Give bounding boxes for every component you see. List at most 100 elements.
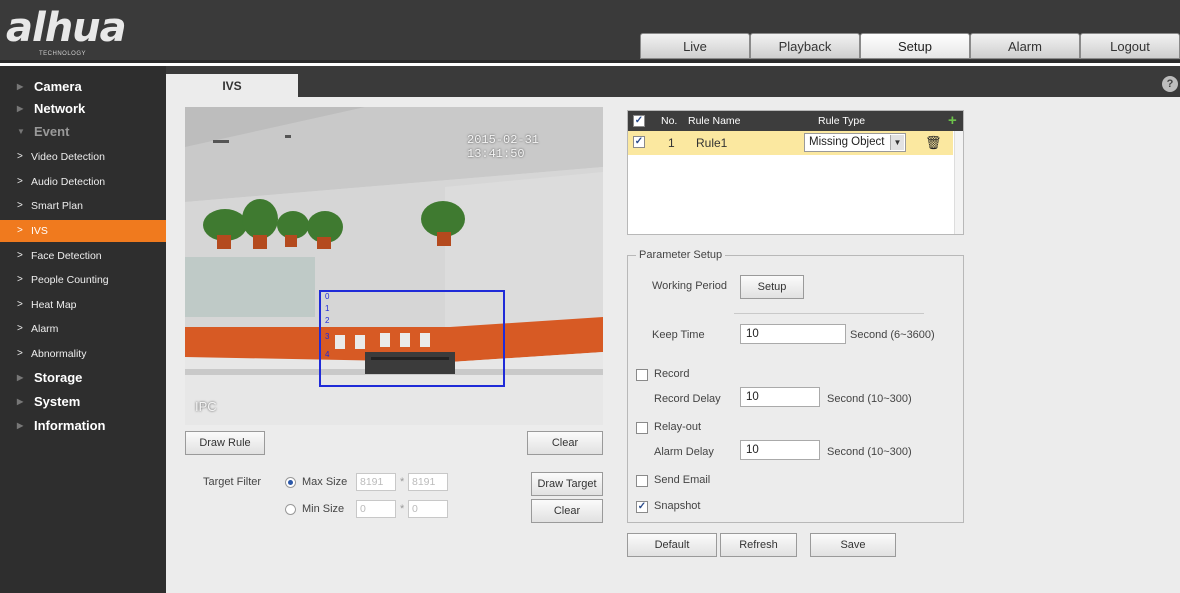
sidebar-item-storage[interactable]: ▶ Storage — [0, 367, 166, 389]
working-period-label: Working Period — [652, 280, 727, 292]
col-rule-type-header: Rule Type — [818, 115, 866, 127]
clear-rule-button[interactable]: Clear — [527, 431, 603, 455]
sidebar-item-information[interactable]: ▶ Information — [0, 415, 166, 437]
relay-out-label: Relay-out — [654, 421, 702, 433]
sidebar-item-event[interactable]: ▼ Event — [0, 121, 166, 143]
video-preview[interactable]: 0 1 2 3 4 2015-02-31 13:41:50 IPC — [185, 107, 603, 425]
sidebar-item-camera[interactable]: ▶ Camera — [0, 76, 166, 98]
sidebar-item-label: Smart Plan — [31, 200, 83, 212]
rule-no: 1 — [668, 136, 675, 150]
collapsed-arrow-icon: ▶ — [17, 104, 24, 113]
sidebar-item-label: Camera — [34, 79, 82, 94]
refresh-button[interactable]: Refresh — [720, 533, 797, 557]
help-icon[interactable]: ? — [1162, 76, 1178, 92]
collapsed-arrow-icon: ▶ — [17, 373, 24, 382]
chevron-right-icon: > — [17, 225, 23, 236]
sidebar-item-ivs[interactable]: > IVS — [0, 220, 166, 242]
table-row[interactable]: ✓ 1 Rule1 Missing Object ▼ 🗑 — [628, 131, 953, 155]
chevron-right-icon: > — [17, 274, 23, 285]
send-email-label: Send Email — [654, 474, 711, 486]
sidebar-item-video-detection[interactable]: > Video Detection — [0, 146, 166, 168]
rule-row-checkbox[interactable]: ✓ — [633, 136, 645, 148]
default-button[interactable]: Default — [627, 533, 717, 557]
sidebar-item-alarm[interactable]: > Alarm — [0, 318, 166, 340]
sidebar-item-network[interactable]: ▶ Network — [0, 98, 166, 120]
sidebar-item-label: Abnormality — [31, 348, 87, 360]
nav-tab-playback[interactable]: Playback — [750, 33, 860, 59]
min-size-separator: * — [400, 503, 405, 515]
sidebar-item-heat-map[interactable]: > Heat Map — [0, 294, 166, 316]
nav-tab-setup[interactable]: Setup — [860, 33, 970, 59]
sidebar-item-smart-plan[interactable]: > Smart Plan — [0, 195, 166, 217]
rule-name: Rule1 — [696, 136, 728, 150]
tab-bar: IVS ? — [166, 66, 1180, 98]
rule-table-scrollbar[interactable] — [954, 131, 963, 234]
sidebar-item-label: Audio Detection — [31, 176, 106, 188]
sidebar-item-label: Video Detection — [31, 151, 105, 163]
sidebar-item-label: Storage — [34, 370, 83, 385]
sidebar-item-people-counting[interactable]: > People Counting — [0, 269, 166, 291]
chevron-right-icon: > — [17, 323, 23, 334]
max-size-radio[interactable] — [285, 477, 296, 488]
record-delay-label: Record Delay — [654, 393, 721, 405]
select-all-checkbox[interactable]: ✓ — [633, 115, 645, 127]
record-checkbox[interactable] — [636, 369, 648, 381]
rule-type-value: Missing Object — [809, 136, 885, 148]
min-size-height-input[interactable]: 0 — [408, 500, 448, 518]
record-delay-input[interactable]: 10 — [740, 387, 820, 407]
parameter-setup-group: Parameter Setup Working Period Setup Kee… — [627, 249, 964, 523]
snapshot-checkbox[interactable]: ✓ — [636, 501, 648, 513]
add-rule-icon[interactable]: + — [948, 111, 957, 131]
send-email-checkbox[interactable] — [636, 475, 648, 487]
sidebar-item-system[interactable]: ▶ System — [0, 391, 166, 413]
alarm-delay-input[interactable]: 10 — [740, 440, 820, 460]
rule-table-header: ✓ No. Rule Name Rule Type + — [628, 111, 963, 131]
target-filter-label: Target Filter — [203, 476, 262, 488]
max-size-width-input[interactable]: 8191 — [356, 473, 396, 491]
tab-ivs[interactable]: IVS — [166, 74, 298, 98]
col-rule-name-header: Rule Name — [688, 115, 741, 127]
save-button[interactable]: Save — [810, 533, 896, 557]
svg-text:3: 3 — [325, 332, 330, 341]
sidebar-item-abnormality[interactable]: > Abnormality — [0, 343, 166, 365]
osd-channel-title: IPC — [195, 399, 217, 414]
alarm-delay-unit: Second (10~300) — [827, 446, 912, 458]
draw-rule-button[interactable]: Draw Rule — [185, 431, 265, 455]
rule-type-select[interactable]: Missing Object ▼ — [804, 133, 906, 152]
max-size-label: Max Size — [302, 476, 348, 488]
chevron-right-icon: > — [17, 200, 23, 211]
svg-text:4: 4 — [325, 350, 330, 359]
sidebar-item-audio-detection[interactable]: > Audio Detection — [0, 171, 166, 193]
min-size-width-input[interactable]: 0 — [356, 500, 396, 518]
keep-time-label: Keep Time — [652, 329, 705, 341]
nav-tab-logout[interactable]: Logout — [1080, 33, 1180, 59]
sidebar-item-face-detection[interactable]: > Face Detection — [0, 245, 166, 267]
top-header: alhua TECHNOLOGY Live Playback Setup Ala… — [0, 0, 1180, 63]
clear-target-button[interactable]: Clear — [531, 499, 603, 523]
chevron-right-icon: > — [17, 176, 23, 187]
trash-icon[interactable]: 🗑 — [925, 131, 942, 155]
osd-timestamp: 2015-02-31 13:41:50 — [467, 133, 540, 161]
keep-time-input[interactable]: 10 — [740, 324, 846, 344]
sidebar-item-label: Heat Map — [31, 299, 77, 311]
svg-text:0: 0 — [325, 292, 330, 301]
max-size-height-input[interactable]: 8191 — [408, 473, 448, 491]
main-content: IVS ? 0 1 2 3 4 2015-02-31 13:41:50 IPC … — [166, 66, 1180, 593]
rule-table: ✓ No. Rule Name Rule Type + ✓ 1 Rule1 Mi… — [627, 110, 964, 235]
sidebar-item-label: IVS — [31, 225, 48, 237]
logo-text: alhua — [6, 5, 127, 51]
relay-out-checkbox[interactable] — [636, 422, 648, 434]
min-size-radio[interactable] — [285, 504, 296, 515]
chevron-right-icon: > — [17, 348, 23, 359]
logo-subtext: TECHNOLOGY — [39, 51, 87, 57]
chevron-right-icon: > — [17, 151, 23, 162]
working-period-setup-button[interactable]: Setup — [740, 275, 804, 299]
record-delay-unit: Second (10~300) — [827, 393, 912, 405]
sidebar-item-label: Network — [34, 101, 86, 116]
chevron-down-icon: ▼ — [890, 135, 904, 150]
sidebar-item-label: Face Detection — [31, 250, 102, 262]
sidebar-item-label: Information — [34, 418, 106, 433]
draw-target-button[interactable]: Draw Target — [531, 472, 603, 496]
nav-tab-alarm[interactable]: Alarm — [970, 33, 1080, 59]
nav-tab-live[interactable]: Live — [640, 33, 750, 59]
